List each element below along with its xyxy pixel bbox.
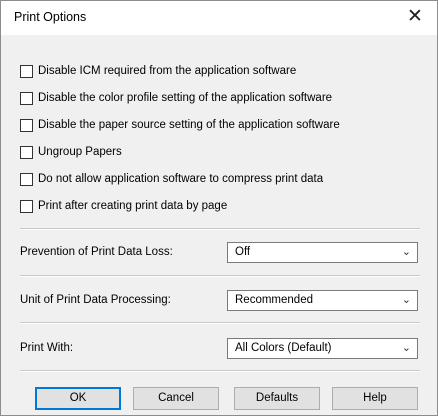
print-with-label: Print With: — [20, 342, 74, 354]
option-label: Ungroup Papers — [38, 146, 122, 158]
option-disable-icm[interactable]: Disable ICM required from the applicatio… — [20, 63, 296, 79]
separator — [20, 322, 420, 324]
checkbox[interactable] — [20, 199, 33, 213]
option-ungroup-papers[interactable]: Ungroup Papers — [20, 144, 122, 160]
option-disable-color-profile[interactable]: Disable the color profile setting of the… — [20, 90, 332, 106]
prevention-select[interactable]: Off ⌄ — [227, 242, 418, 263]
option-label: Print after creating print data by page — [38, 200, 228, 212]
option-disable-paper-source[interactable]: Disable the paper source setting of the … — [20, 117, 340, 133]
option-print-by-page[interactable]: Print after creating print data by page — [20, 198, 227, 214]
help-button[interactable]: Help — [332, 387, 418, 410]
checkbox[interactable] — [20, 91, 33, 105]
separator — [20, 275, 420, 277]
separator — [20, 228, 420, 230]
ok-button[interactable]: OK — [35, 387, 121, 410]
dialog-body: Disable ICM required from the applicatio… — [1, 35, 437, 415]
checkbox[interactable] — [20, 64, 33, 78]
checkbox[interactable] — [20, 118, 33, 132]
option-label: Disable ICM required from the applicatio… — [38, 65, 297, 77]
unit-value: Recommended — [235, 294, 313, 306]
checkbox[interactable] — [20, 145, 33, 159]
option-label: Disable the color profile setting of the… — [38, 92, 333, 104]
chevron-down-icon: ⌄ — [401, 294, 411, 306]
print-with-value: All Colors (Default) — [235, 342, 332, 354]
title-bar: Print Options ✕ — [1, 1, 437, 35]
defaults-button[interactable]: Defaults — [234, 387, 320, 410]
dialog-title: Print Options — [14, 10, 87, 24]
chevron-down-icon: ⌄ — [401, 246, 411, 258]
option-label: Do not allow application software to com… — [38, 173, 324, 185]
option-no-compress[interactable]: Do not allow application software to com… — [20, 171, 323, 187]
checkbox[interactable] — [20, 172, 33, 186]
prevention-label: Prevention of Print Data Loss: — [20, 246, 173, 258]
cancel-button[interactable]: Cancel — [133, 387, 219, 410]
print-options-dialog: Print Options ✕ Disable ICM required fro… — [0, 0, 438, 416]
unit-select[interactable]: Recommended ⌄ — [227, 290, 418, 311]
unit-label: Unit of Print Data Processing: — [20, 294, 171, 306]
prevention-value: Off — [235, 246, 251, 258]
close-icon[interactable]: ✕ — [401, 4, 429, 30]
print-with-select[interactable]: All Colors (Default) ⌄ — [227, 338, 418, 359]
separator — [20, 370, 420, 372]
chevron-down-icon: ⌄ — [401, 342, 411, 354]
option-label: Disable the paper source setting of the … — [38, 119, 340, 131]
